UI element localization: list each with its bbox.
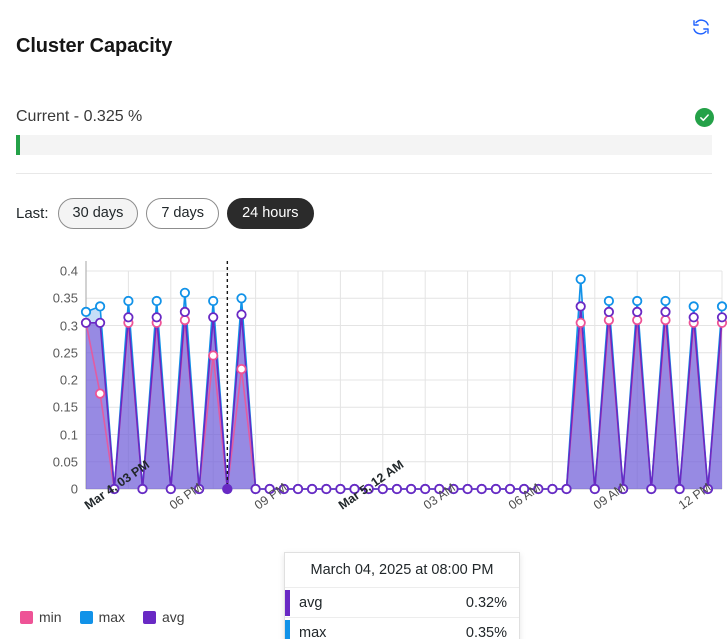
legend-swatch-max: [79, 610, 93, 624]
filter-pill-24-hours[interactable]: 24 hours: [227, 198, 314, 230]
page-title: Cluster Capacity: [16, 35, 173, 57]
capacity-progress-fill: [16, 135, 20, 155]
filter-label: Last:: [16, 205, 49, 223]
x-axis-tick: 09 PM: [251, 480, 290, 513]
tooltip-swatch-avg: [285, 589, 290, 616]
refresh-icon[interactable]: [688, 14, 714, 40]
legend-item-avg[interactable]: avg: [143, 609, 185, 625]
cluster-capacity-card: Cluster Capacity Current - 0.325 % Last:…: [0, 0, 728, 639]
tooltip-key-avg: avg: [299, 594, 323, 611]
status-badge: [695, 108, 714, 127]
capacity-progress-bar: [16, 135, 712, 155]
refresh-icon-glyph: [693, 19, 709, 35]
x-axis-tick: 06 AM: [506, 480, 544, 513]
legend-swatch-min: [20, 610, 33, 624]
capacity-chart[interactable]: Percentage % 00.050.10.150.20.250.30.350…: [0, 248, 728, 639]
x-axis-tick: Mar 5, 12 AM: [336, 457, 407, 513]
x-axis-ticks: Mar 4, 03 PM 06 PM 09 PM Mar 5, 12 AM 03 AM 0…: [0, 248, 728, 578]
legend-label-max: max: [98, 609, 126, 625]
section-divider: [16, 173, 712, 174]
x-axis-tick: 03 AM: [421, 480, 459, 513]
legend-swatch-avg: [143, 610, 157, 624]
filter-pill-30-days[interactable]: 30 days: [57, 198, 139, 230]
chart-tooltip: March 04, 2025 at 08:00 PM avg 0.32% max…: [284, 552, 520, 639]
tooltip-title: March 04, 2025 at 08:00 PM: [310, 562, 494, 578]
legend-item-min[interactable]: min: [20, 609, 62, 625]
x-axis-tick: Mar 4, 03 PM: [82, 457, 153, 513]
legend-item-max[interactable]: max: [79, 609, 126, 625]
tooltip-row-max: max 0.35%: [285, 617, 519, 639]
tooltip-swatch-max: [285, 619, 290, 639]
current-value-label: Current - 0.325 %: [16, 108, 143, 125]
x-axis-tick: 06 PM: [166, 480, 205, 513]
tooltip-value-max: 0.35%: [465, 624, 507, 639]
legend-label-avg: avg: [162, 609, 185, 625]
tooltip-row-avg: avg 0.32%: [285, 587, 519, 617]
filter-pill-7-days[interactable]: 7 days: [146, 198, 220, 230]
x-axis-tick: 12 PM: [675, 480, 714, 513]
x-axis-tick: 09 AM: [590, 480, 628, 513]
chart-legend: min max avg: [20, 609, 195, 625]
check-icon: [700, 114, 709, 122]
legend-label-min: min: [39, 609, 62, 625]
tooltip-key-max: max: [299, 624, 327, 639]
tooltip-value-avg: 0.32%: [465, 594, 507, 611]
time-range-filter: Last: 30 days 7 days 24 hours: [16, 198, 314, 230]
